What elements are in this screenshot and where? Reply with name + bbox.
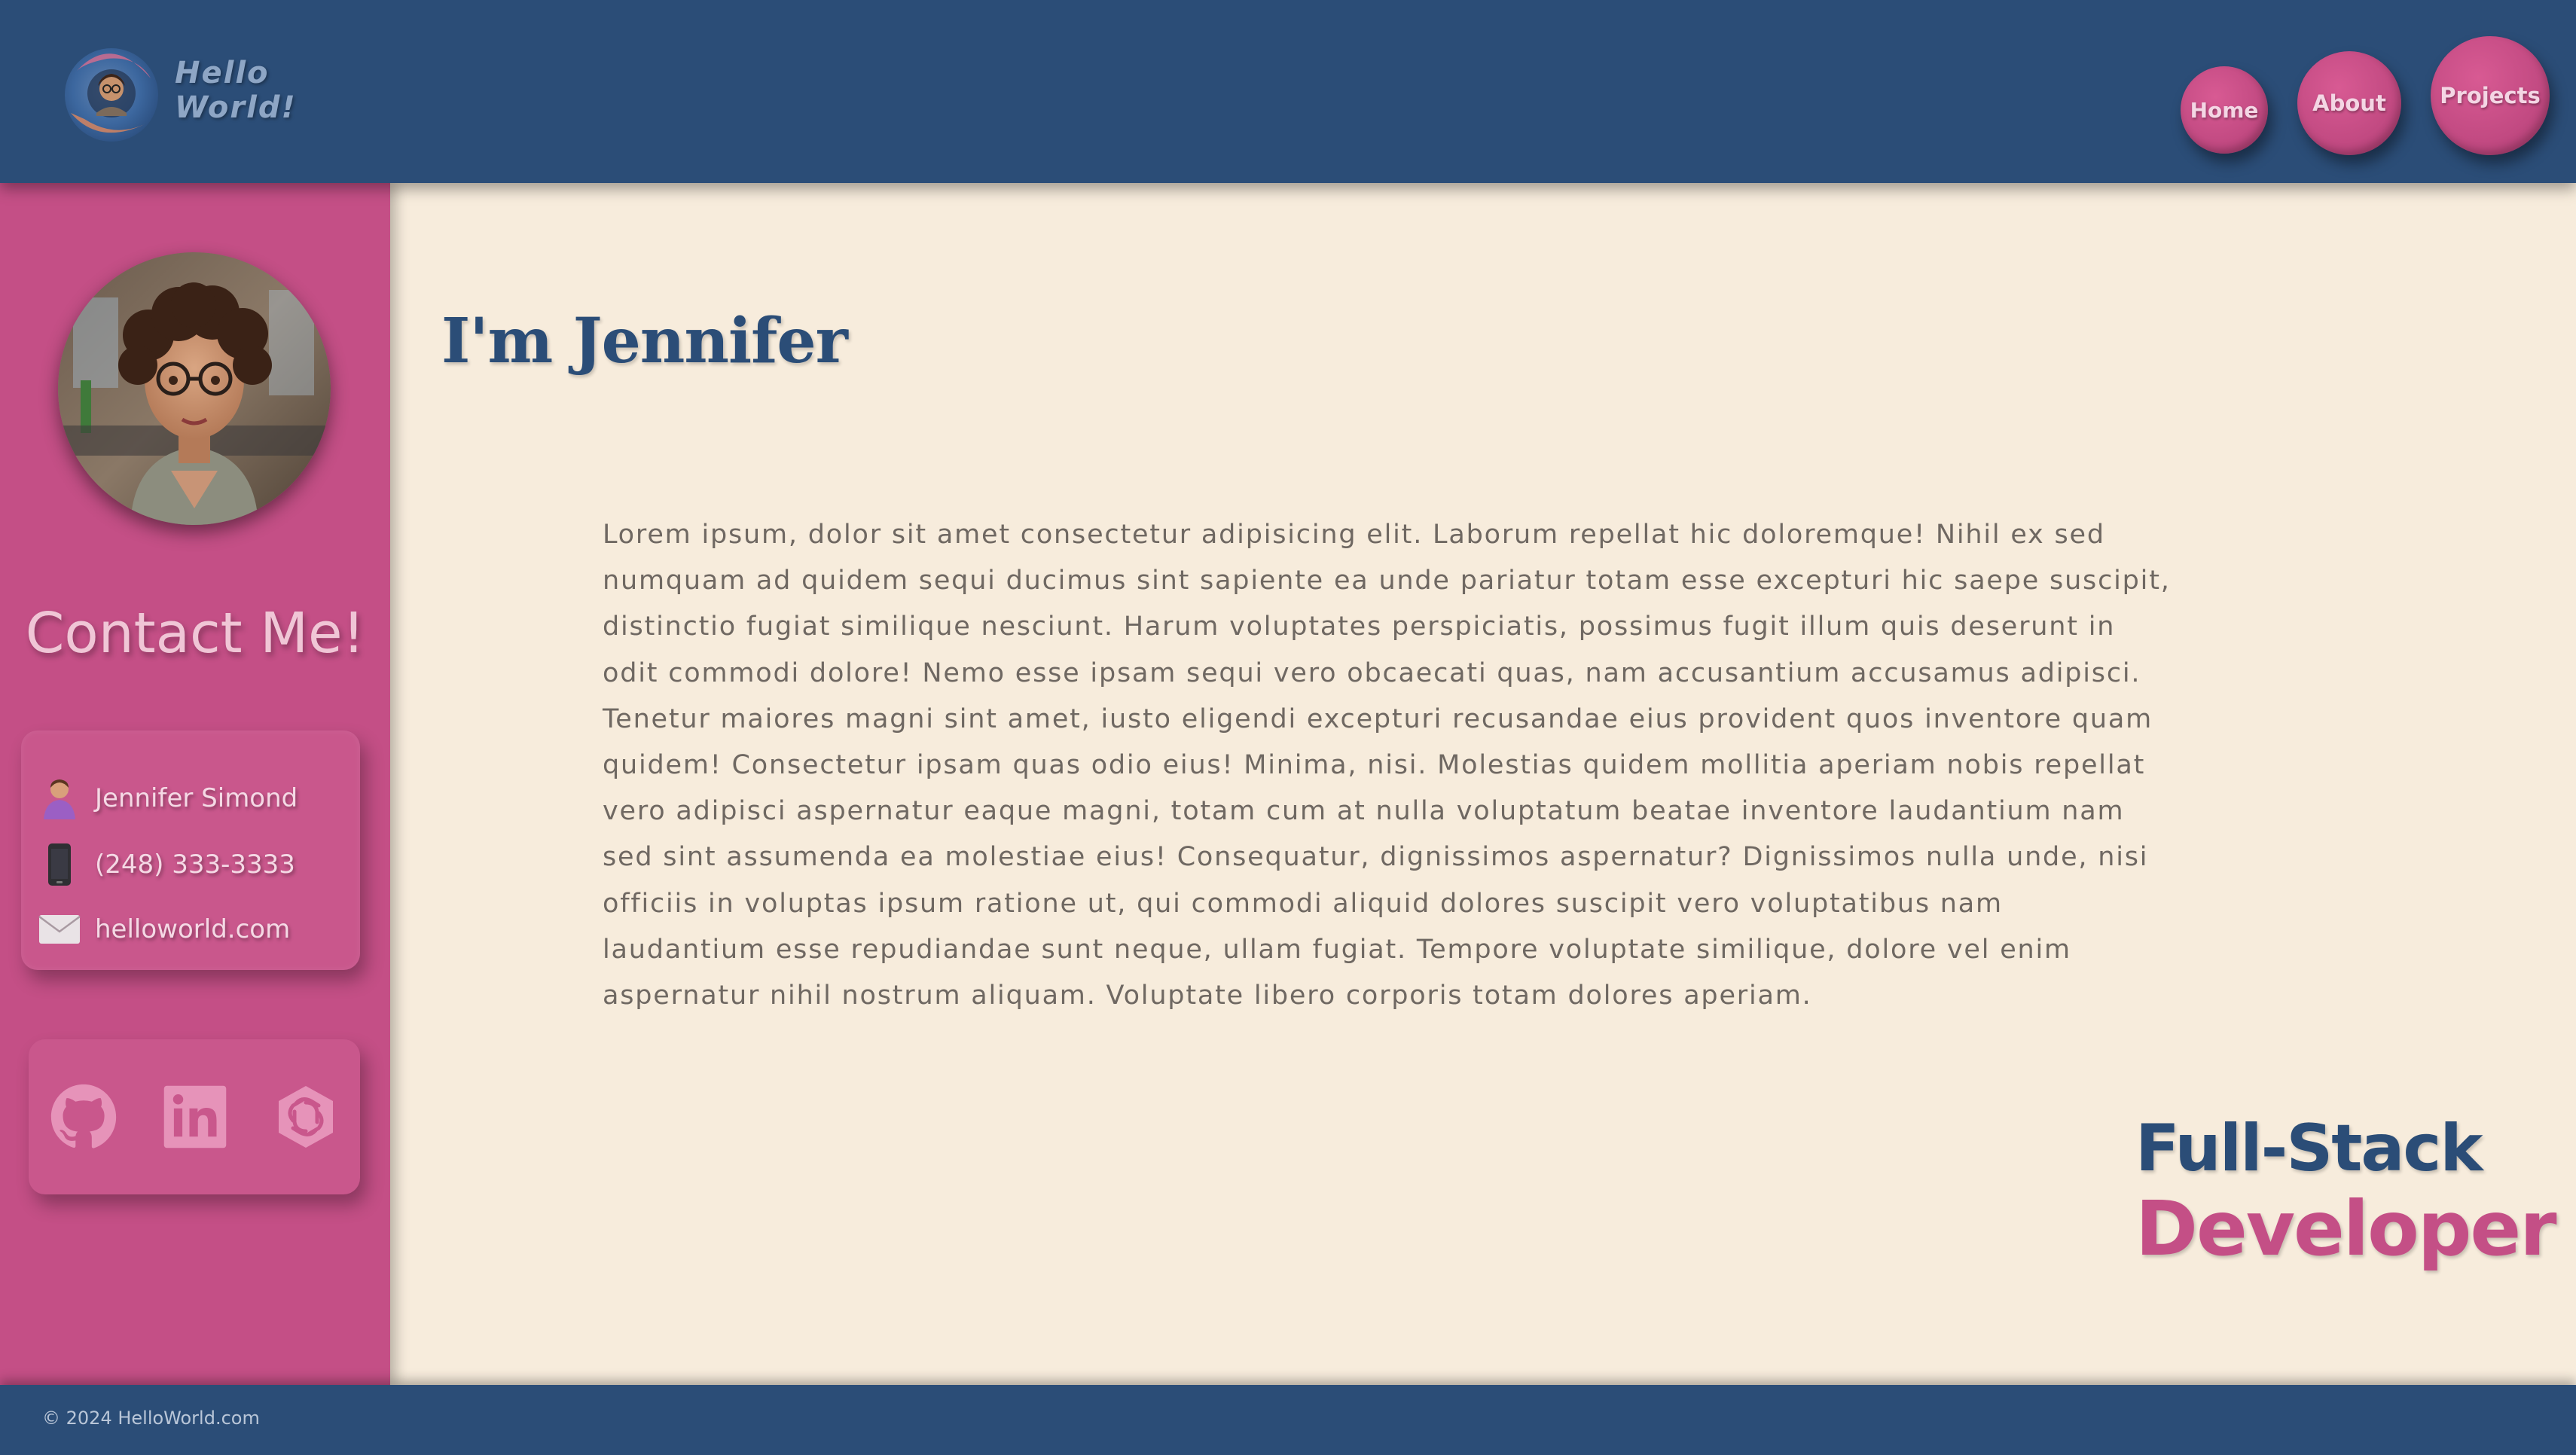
- social-links-card: [29, 1039, 360, 1194]
- contact-name: Jennifer Simond: [95, 783, 298, 813]
- main-content: I'm Jennifer Lorem ipsum, dolor sit amet…: [390, 183, 2576, 1385]
- contact-phone-row[interactable]: (248) 333-3333: [36, 842, 295, 887]
- bio-line: quidem! Consectetur ipsam quas odio eius…: [603, 750, 2146, 781]
- contact-title: Contact Me!: [25, 601, 365, 666]
- top-header: Hello World! Home About Projects: [0, 0, 2576, 183]
- nav-projects-button[interactable]: Projects: [2431, 36, 2550, 155]
- bio-line: numquam ad quidem sequi ducimus sint sap…: [603, 566, 2171, 596]
- nav-home-button[interactable]: Home: [2181, 66, 2268, 154]
- copyright-text: © 2024 HelloWorld.com: [42, 1408, 260, 1429]
- profile-avatar: [58, 252, 331, 525]
- bio-line: Lorem ipsum, dolor sit amet consectetur …: [603, 520, 2105, 550]
- person-icon: [36, 776, 83, 821]
- contact-email-row[interactable]: helloworld.com: [36, 907, 290, 952]
- openai-icon[interactable]: [272, 1083, 340, 1151]
- bio-line: aspernatur nihil nostrum aliquam. Volupt…: [603, 981, 1812, 1011]
- bio-line: laudantium esse repudiandae sunt neque, …: [603, 934, 2071, 965]
- bio-paragraph: Lorem ipsum, dolor sit amet consectetur …: [603, 512, 2222, 1019]
- envelope-icon: [36, 907, 83, 952]
- github-icon[interactable]: [50, 1083, 118, 1151]
- bio-line: odit commodi dolore! Nemo esse ipsam seq…: [603, 657, 2141, 688]
- logo-text-line1: Hello: [175, 56, 270, 90]
- mobile-phone-icon: [36, 842, 83, 887]
- linkedin-icon[interactable]: [161, 1083, 229, 1151]
- contact-card: Jennifer Simond (248) 333-3333 helloworl…: [21, 731, 360, 970]
- bio-line: sed sint assumenda ea molestiae eius! Co…: [603, 842, 2149, 873]
- contact-phone: (248) 333-3333: [95, 850, 295, 880]
- logo-text[interactable]: Hello World!: [175, 56, 297, 125]
- logo-icon[interactable]: [62, 41, 161, 146]
- role-title-line1: Full-Stack: [2135, 1111, 2483, 1186]
- nav-about-button[interactable]: About: [2297, 51, 2401, 155]
- sidebar: Contact Me! Jennifer Simond (248) 333-33…: [0, 183, 390, 1385]
- logo-text-line2: World!: [175, 90, 297, 125]
- bio-line: vero adipisci aspernatur eaque magni, to…: [603, 796, 2125, 827]
- contact-name-row: Jennifer Simond: [36, 776, 298, 821]
- page-title: I'm Jennifer: [441, 305, 848, 377]
- role-title-line2: Developer: [2135, 1185, 2557, 1273]
- bio-line: Tenetur maiores magni sint amet, iusto e…: [603, 703, 2153, 734]
- bio-line: distinctio fugiat similique nesciunt. Ha…: [603, 612, 2116, 642]
- bio-line: officiis in voluptas ipsum ratione ut, q…: [603, 888, 2003, 919]
- footer: © 2024 HelloWorld.com: [0, 1385, 2576, 1455]
- contact-email: helloworld.com: [95, 914, 291, 944]
